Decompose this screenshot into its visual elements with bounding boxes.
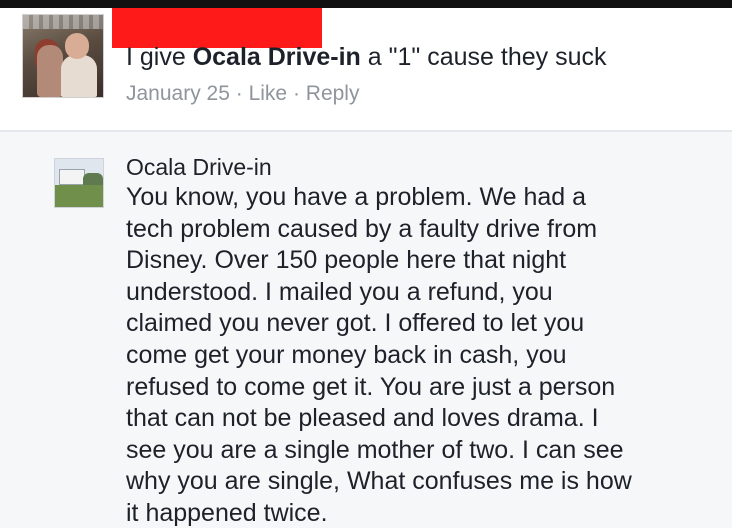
commenter-avatar[interactable] xyxy=(22,14,104,98)
reply-line: claimed you never got. I offered to let … xyxy=(126,309,585,338)
meta-separator: · xyxy=(229,82,249,105)
avatar-garland xyxy=(23,15,103,29)
avatar-person-2 xyxy=(61,55,97,97)
reply-line: tech problem caused by a faulty drive fr… xyxy=(126,214,598,243)
comment-text-suffix: a "1" cause they suck xyxy=(360,43,607,71)
reply-line: it happened twice. xyxy=(126,498,328,527)
reply: Ocala Drive-in You know, you have a prob… xyxy=(0,132,732,528)
comment-text-prefix: I give xyxy=(126,43,193,71)
reply-line: why you are single, What confuses me is … xyxy=(126,467,632,496)
meta-separator: · xyxy=(287,82,306,105)
reply-author-link[interactable]: Ocala Drive-in xyxy=(126,154,272,181)
comment-meta: January 25 · Like · Reply xyxy=(126,82,359,106)
reply-link[interactable]: Reply xyxy=(306,82,360,105)
reply-line: that can not be pleased and loves drama.… xyxy=(126,404,599,433)
reply-line: You know, you have a problem. We had a xyxy=(126,183,587,211)
reply-line: come get your money back in cash, you xyxy=(126,340,567,369)
comment-text: I give Ocala Drive-in a "1" cause they s… xyxy=(126,42,607,72)
avatar-person-2-head xyxy=(65,33,89,59)
reply-line: understood. I mailed you a refund, you xyxy=(126,277,553,306)
top-edge xyxy=(0,0,732,8)
avatar-screen xyxy=(59,169,85,185)
page-mention-link[interactable]: Ocala Drive-in xyxy=(193,43,361,71)
reply-text: You know, you have a problem. We had a t… xyxy=(126,182,726,530)
comment: I give Ocala Drive-in a "1" cause they s… xyxy=(0,8,732,130)
reply-line: Disney. Over 150 people here that night xyxy=(126,246,567,275)
avatar-person-1 xyxy=(37,45,63,97)
like-link[interactable]: Like xyxy=(249,82,288,105)
reply-line: refused to come get it. You are just a p… xyxy=(126,372,616,401)
reply-line: see you are a single mother of two. I ca… xyxy=(126,435,624,464)
page-avatar[interactable] xyxy=(54,158,104,208)
avatar-grass xyxy=(55,185,103,207)
comment-date[interactable]: January 25 xyxy=(126,82,230,105)
